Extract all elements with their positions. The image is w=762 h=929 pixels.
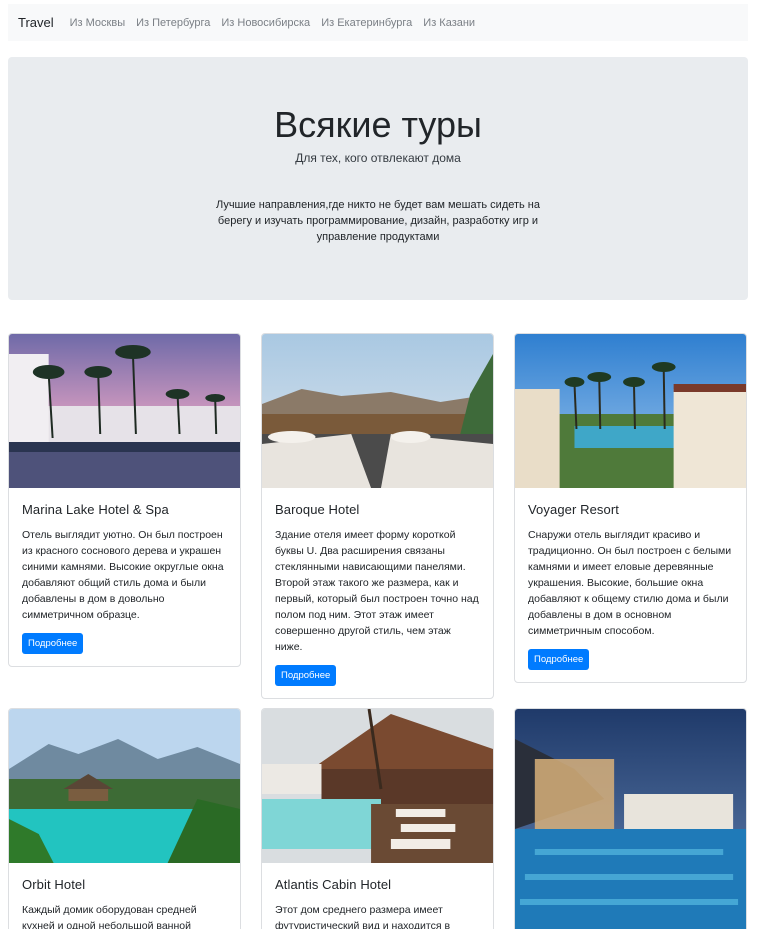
details-button[interactable]: Подробнее	[275, 665, 337, 686]
details-button[interactable]: Подробнее	[528, 649, 590, 670]
hero-jumbotron: Всякие туры Для тех, кого отвлекают дома…	[8, 57, 748, 300]
hotel-photo	[515, 709, 746, 929]
hotel-card-title: Marina Lake Hotel & Spa	[22, 502, 169, 517]
hotel-photo	[9, 334, 240, 488]
hotel-card-title: Orbit Hotel	[22, 877, 86, 892]
nav-link-ekaterinburg[interactable]: Из Екатеринбурга	[321, 17, 412, 29]
hero-subtitle: Для тех, кого отвлекают дома	[295, 151, 461, 165]
nav-link-novosibirsk[interactable]: Из Новосибирска	[221, 17, 310, 29]
hotel-card-title: Voyager Resort	[528, 502, 620, 517]
hotel-card: Marina Lake Hotel & Spa Отель выглядит у…	[8, 333, 241, 667]
navbar-brand[interactable]: Travel	[18, 15, 54, 30]
hero-title: Всякие туры	[274, 104, 482, 145]
navbar: Travel Из Москвы Из Петербурга Из Новоси…	[8, 4, 748, 41]
nav-link-moscow[interactable]: Из Москвы	[70, 17, 125, 29]
nav-link-kazan[interactable]: Из Казани	[423, 17, 475, 29]
hotel-card: Voyager Resort Снаружи отель выглядит кр…	[514, 333, 747, 683]
hotel-card-text: Этот дом среднего размера имеет футурист…	[275, 904, 451, 929]
details-button[interactable]: Подробнее	[22, 633, 84, 654]
hero-description: Лучшие направления,где никто не будет ва…	[215, 199, 541, 243]
nav-link-petersburg[interactable]: Из Петербурга	[136, 17, 210, 29]
hotel-card-text: Снаружи отель выглядит красиво и традици…	[528, 529, 732, 637]
hotel-card: Atlantis Cabin Hotel Этот дом среднего р…	[261, 708, 494, 929]
hotel-card	[514, 708, 747, 929]
hotel-card-text: Каждый домик оборудован средней кухней и…	[22, 904, 197, 929]
hotel-card-title: Atlantis Cabin Hotel	[275, 877, 392, 892]
hotel-card-text: Отель выглядит уютно. Он был построен из…	[22, 529, 224, 621]
hotel-photo	[9, 709, 240, 863]
hotel-card-text: Здание отеля имеет форму короткой буквы …	[275, 529, 479, 653]
hotel-photo	[262, 709, 493, 863]
hotel-photo	[515, 334, 746, 488]
hotel-card-title: Baroque Hotel	[275, 502, 360, 517]
hotel-card: Orbit Hotel Каждый домик оборудован сред…	[8, 708, 241, 929]
hotel-photo	[262, 334, 493, 488]
hotel-card: Baroque Hotel Здание отеля имеет форму к…	[261, 333, 494, 699]
